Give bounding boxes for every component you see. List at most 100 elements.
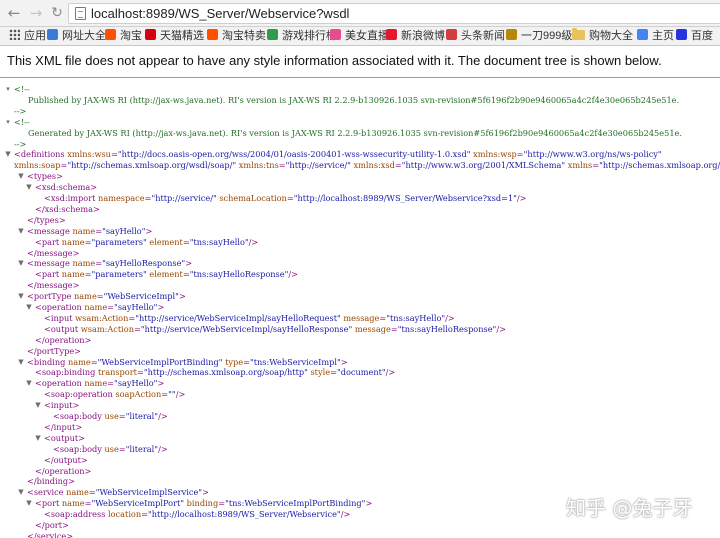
xml-comment: <!-- [14,84,30,94]
xml-tag: <types> [27,171,63,182]
xml-tag: = [96,291,104,302]
bookmark-label: 百度 [691,30,713,42]
bookmark-item[interactable]: 新浪微博 [386,28,445,45]
xml-tag: /> [340,509,351,520]
xml-line: </operation> [35,335,91,346]
xml-line: <xsd:import namespace="http://service/" … [44,193,527,204]
expand-toggle-icon[interactable]: ▼ [17,291,25,302]
xml-line: </types> [27,215,66,226]
xml-attr-name: wsam:Action [72,312,129,323]
xml-line: <part name="parameters" element="tns:say… [35,237,258,248]
bookmark-item[interactable]: 主页 [637,28,674,45]
xml-attr-value: "tns:sayHello" [189,236,249,247]
xml-comment: --> [14,105,27,116]
xml-line: Published by JAX-WS RI (http://jax-ws.ja… [28,95,679,106]
bookmark-item[interactable]: 百度 [676,28,713,45]
bookmark-item[interactable]: 美女直播 [330,28,389,45]
xml-tag: = [90,356,98,367]
xml-attr-name: name [59,236,85,247]
bookmark-item[interactable]: 购物大全 [572,28,633,45]
expand-toggle-icon[interactable]: ▼ [25,302,33,313]
xml-attr-value: "parameters" [91,269,147,280]
xml-tag: > [365,498,373,509]
url-input[interactable]: localhost:8989/WS_Server/Webservice?wsdl [68,3,720,24]
xml-attr-value: "http://schemas.xmlsoap.org/wsdl/" [599,160,720,171]
xml-tag: = [84,498,92,509]
xml-tag: /> [516,193,527,203]
xml-attr-value: "literal" [125,411,159,421]
xml-attr-name: name [65,356,91,367]
xml-line: </message> [27,248,79,259]
bookmark-item[interactable]: 头条新闻 [446,28,505,45]
xml-attr-value: "WebServiceImplService" [95,487,203,498]
url-text[interactable]: localhost:8989/WS_Server/Webservice?wsdl [91,5,349,23]
expand-toggle-icon[interactable]: ▼ [34,433,42,444]
expand-toggle-icon[interactable]: ▼ [17,357,25,368]
bookmark-item[interactable]: 游戏排行榜 [267,28,337,45]
xml-tag: <service [27,487,64,498]
xml-attr-name: name [71,291,97,302]
xml-tag: </message> [27,280,80,291]
xml-tag: <part [35,269,60,280]
xml-tag: </port> [35,520,69,530]
xml-comment: Published by JAX-WS RI (http://jax-ws.ja… [28,94,680,105]
xml-attr-name: xmlns [565,160,593,171]
xml-attr-name: name [81,302,108,312]
xml-attr-value: "sayHello" [114,302,158,312]
expand-toggle-icon[interactable]: ▼ [17,226,25,237]
xml-line: <portType name="WebServiceImpl"> [27,291,186,302]
xml-line: <soap:binding transport="http://schemas.… [35,367,395,378]
bookmark-item[interactable]: 一刀999级 [506,28,572,45]
bookmark-item[interactable]: 应用 [9,28,46,45]
expand-toggle-icon[interactable]: ▾ [4,84,12,95]
xml-attr-name: binding [184,498,219,509]
xml-line: <!-- [14,117,30,128]
bookmark-item[interactable]: 淘宝 [105,28,142,45]
xml-tag: <soap:address [44,509,106,520]
xml-tag: <part [35,236,60,247]
back-arrow-icon[interactable]: ← [4,3,24,23]
xml-tag: </operation> [35,334,92,345]
xml-attr-value: "literal" [125,443,159,454]
xml-tag: /> [158,411,168,421]
xml-attr-value: "tns:WebServiceImpl" [249,356,341,367]
xml-tag: <xsd:import [44,193,96,203]
xml-tag: /> [248,236,259,247]
xml-attr-value: "http://docs.oasis-open.org/wss/2004/01/… [117,149,471,160]
xml-line: </output> [44,455,88,466]
expand-toggle-icon[interactable]: ▼ [17,487,25,498]
xml-tag: </message> [27,247,80,258]
reload-icon[interactable]: ↻ [47,3,67,23]
xml-attr-value: "http://localhost:8989/WS_Server/Webserv… [293,193,517,203]
xml-tag: <soap:body [53,411,102,421]
xml-attr-value: "http://schemas.xmlsoap.org/soap/http" [143,367,308,378]
expand-toggle-icon[interactable]: ▼ [25,378,33,389]
xml-tag: </types> [27,214,66,225]
xml-tag: = [110,149,118,160]
expand-toggle-icon[interactable]: ▼ [25,498,33,509]
expand-toggle-icon[interactable]: ▼ [34,400,42,411]
xml-tag: = [278,160,286,171]
bookmark-icon [676,29,687,40]
xml-attr-name: type [222,356,244,367]
xml-comment: <!-- [14,116,30,127]
expand-toggle-icon[interactable]: ▼ [25,182,33,193]
xml-tag: = [118,443,126,454]
xml-tag: </input> [44,421,83,432]
bookmark-item[interactable]: 天猫精选 [145,28,204,45]
xml-tag: </service> [27,530,74,538]
bookmark-label: 游戏排行榜 [282,30,337,42]
expand-toggle-icon[interactable]: ▼ [17,171,25,182]
forward-arrow-icon[interactable]: → [26,3,46,23]
xml-tag: /> [158,443,168,454]
bookmark-icon [105,29,116,40]
xml-attr-name: style [307,367,331,378]
expand-toggle-icon[interactable]: ▼ [4,149,12,160]
xml-tag: <portType [27,291,72,302]
xml-line: <operation name="sayHello"> [35,302,164,313]
bookmark-item[interactable]: 淘宝特卖 [207,28,266,45]
expand-toggle-icon[interactable]: ▾ [4,117,12,128]
xml-attr-name: name [69,225,96,236]
bookmark-item[interactable]: 网址大全 [47,28,106,45]
expand-toggle-icon[interactable]: ▼ [17,258,25,269]
